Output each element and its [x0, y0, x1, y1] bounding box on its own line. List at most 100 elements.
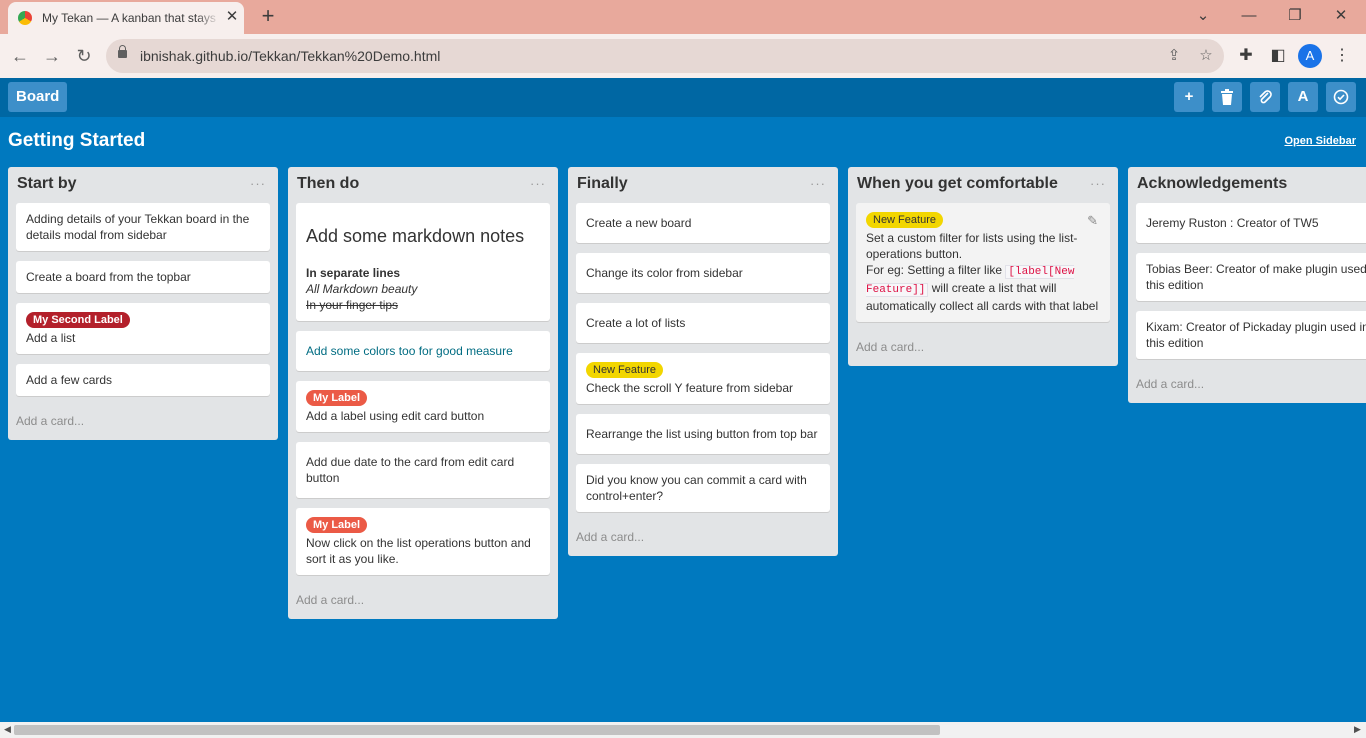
card[interactable]: My Label Now click on the list operation… — [296, 508, 550, 575]
minimize-button[interactable]: — — [1238, 5, 1260, 27]
list-header: Then do ··· — [288, 167, 558, 203]
card[interactable]: My Second Label Add a list — [16, 303, 270, 354]
check-circle-icon[interactable] — [1326, 82, 1356, 112]
list-menu-icon[interactable]: ··· — [250, 176, 266, 191]
card[interactable]: Rearrange the list using button from top… — [576, 414, 830, 454]
card-text: Add due date to the card from edit card … — [306, 455, 515, 485]
card[interactable]: Did you know you can commit a card with … — [576, 464, 830, 512]
list-then-do: Then do ··· Add some markdown notes In s… — [288, 167, 558, 619]
add-card-button[interactable]: Add a card... — [848, 332, 1118, 366]
back-arrow-icon[interactable]: ← — [8, 44, 32, 68]
card-text: Create a board from the topbar — [26, 270, 191, 284]
card-label: New Feature — [586, 362, 663, 378]
card-label: My Label — [306, 390, 368, 406]
card-text: Did you know you can commit a card with … — [586, 473, 807, 503]
card[interactable]: Jeremy Ruston : Creator of TW5 — [1136, 203, 1366, 243]
scroll-left-arrow-icon[interactable]: ◀ — [4, 724, 11, 735]
card-text: Add a label using edit card button — [306, 409, 485, 423]
horizontal-scrollbar[interactable]: ◀ ▶ — [0, 722, 1366, 738]
card-text: Add some colors too for good measure — [306, 344, 513, 358]
card-text: Add a few cards — [26, 373, 113, 387]
card[interactable]: Kixam: Creator of Pickaday plugin used i… — [1136, 311, 1366, 359]
window-close-button[interactable]: ✕ — [1330, 5, 1352, 27]
card[interactable]: Create a lot of lists — [576, 303, 830, 343]
url-text: ibnishak.github.io/Tekkan/Tekkan%20Demo.… — [140, 48, 441, 64]
list-finally: Finally ··· Create a new board Change it… — [568, 167, 838, 556]
card[interactable]: Add due date to the card from edit card … — [296, 442, 550, 498]
card[interactable]: Create a board from the topbar — [16, 261, 270, 293]
card-text: Check the scroll Y feature from sidebar — [586, 381, 793, 395]
browser-menu-icon[interactable]: ⋮ — [1330, 44, 1354, 68]
board-title: Getting Started — [8, 130, 146, 151]
share-icon[interactable]: ⇪ — [1164, 46, 1184, 66]
card-text: Jeremy Ruston : Creator of TW5 — [1146, 216, 1319, 230]
edit-pencil-icon[interactable]: ✎ — [1087, 213, 1098, 229]
side-panel-icon[interactable]: ◧ — [1266, 44, 1290, 68]
list-title[interactable]: Finally — [577, 175, 628, 193]
card[interactable]: Tobias Beer: Creator of make plugin used… — [1136, 253, 1366, 301]
card-text: Create a lot of lists — [586, 316, 686, 330]
list-header: Finally ··· — [568, 167, 838, 203]
paperclip-icon[interactable] — [1250, 82, 1280, 112]
tab-search-dropdown-icon[interactable]: ⌄ — [1192, 5, 1214, 27]
card-heading: Add some markdown notes — [306, 226, 525, 246]
card[interactable]: My Label Add a label using edit card but… — [296, 381, 550, 432]
browser-tab[interactable]: My Tekan — A kanban that stays ✕ — [8, 2, 244, 34]
card-text: Now click on the list operations button … — [306, 536, 531, 566]
font-icon[interactable]: A — [1288, 82, 1318, 112]
card-label: New Feature — [866, 212, 943, 228]
card-text: Kixam: Creator of Pickaday plugin used i… — [1146, 320, 1366, 350]
app-topbar: Board + A — [0, 78, 1366, 117]
card[interactable]: Add a few cards — [16, 364, 270, 396]
card-text: Change its color from sidebar — [586, 266, 743, 280]
chrome-favicon-icon — [18, 11, 32, 25]
forward-arrow-icon[interactable]: → — [40, 44, 64, 68]
tab-title: My Tekan — A kanban that stays — [42, 11, 220, 25]
list-title[interactable]: When you get comfortable — [857, 175, 1058, 193]
list-acknowledgements: Acknowledgements Jeremy Ruston : Creator… — [1128, 167, 1366, 403]
list-title[interactable]: Acknowledgements — [1137, 175, 1287, 193]
address-bar[interactable]: ibnishak.github.io/Tekkan/Tekkan%20Demo.… — [106, 39, 1224, 73]
bookmark-star-icon[interactable]: ☆ — [1196, 46, 1216, 66]
list-header: Acknowledgements — [1128, 167, 1366, 203]
browser-toolbar: ← → ↻ ibnishak.github.io/Tekkan/Tekkan%2… — [0, 34, 1366, 79]
add-card-button[interactable]: Add a card... — [1128, 369, 1366, 403]
card-text: Rearrange the list using button from top… — [586, 427, 818, 441]
add-icon[interactable]: + — [1174, 82, 1204, 112]
add-card-button[interactable]: Add a card... — [568, 522, 838, 556]
reload-icon[interactable]: ↻ — [72, 44, 96, 68]
add-card-button[interactable]: Add a card... — [8, 406, 278, 440]
card[interactable]: ✎ New Feature Set a custom filter for li… — [856, 203, 1110, 322]
card[interactable]: Adding details of your Tekkan board in t… — [16, 203, 270, 251]
card-label: My Second Label — [26, 312, 130, 328]
board-button[interactable]: Board — [8, 82, 68, 112]
add-card-button[interactable]: Add a card... — [288, 585, 558, 619]
extensions-puzzle-icon[interactable]: ✚ — [1234, 44, 1258, 68]
list-header: Start by ··· — [8, 167, 278, 203]
card-text: For eg: Setting a filter like — [866, 263, 1003, 277]
list-menu-icon[interactable]: ··· — [810, 176, 826, 191]
list-title[interactable]: Start by — [17, 175, 77, 193]
card-strike-line: In your finger tips — [306, 298, 399, 312]
restore-button[interactable]: ❐ — [1284, 5, 1306, 27]
new-tab-button[interactable]: + — [257, 5, 279, 27]
list-menu-icon[interactable]: ··· — [530, 176, 546, 191]
card[interactable]: New Feature Check the scroll Y feature f… — [576, 353, 830, 404]
browser-tab-strip: My Tekan — A kanban that stays ✕ + ⌄ — ❐… — [0, 0, 1366, 34]
list-menu-icon[interactable]: ··· — [1090, 176, 1106, 191]
card-text: Tobias Beer: Creator of make plugin used… — [1146, 262, 1366, 292]
scroll-right-arrow-icon[interactable]: ▶ — [1354, 724, 1361, 735]
list-title[interactable]: Then do — [297, 175, 359, 193]
card[interactable]: Add some colors too for good measure — [296, 331, 550, 371]
list-header: When you get comfortable ··· — [848, 167, 1118, 203]
tab-close-icon[interactable]: ✕ — [224, 9, 240, 25]
card[interactable]: Create a new board — [576, 203, 830, 243]
open-sidebar-link[interactable]: Open Sidebar — [1284, 135, 1356, 147]
profile-avatar[interactable]: A — [1298, 44, 1322, 68]
trash-icon[interactable] — [1212, 82, 1242, 112]
card[interactable]: Add some markdown notes In separate line… — [296, 203, 550, 321]
card[interactable]: Change its color from sidebar — [576, 253, 830, 293]
scrollbar-thumb[interactable] — [14, 725, 940, 735]
card-label: My Label — [306, 517, 368, 533]
list-when-you-get-comfortable: When you get comfortable ··· ✎ New Featu… — [848, 167, 1118, 366]
